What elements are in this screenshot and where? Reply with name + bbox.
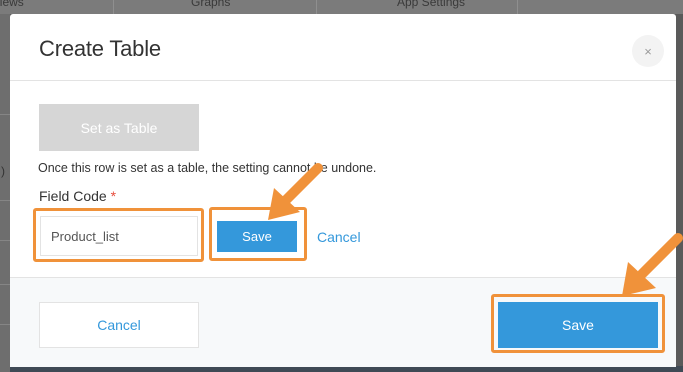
backdrop-row-line xyxy=(0,324,10,325)
cancel-button[interactable]: Cancel xyxy=(39,302,199,348)
backdrop-text-fragment: ) xyxy=(1,164,5,178)
dialog-header: Create Table × xyxy=(10,14,676,81)
required-marker: * xyxy=(110,188,117,204)
close-icon: × xyxy=(644,43,652,59)
dialog-title: Create Table xyxy=(39,36,161,61)
backdrop-tab-views: Views xyxy=(0,0,24,9)
tab-divider xyxy=(113,0,114,14)
close-button[interactable]: × xyxy=(632,35,664,67)
backdrop-row-line xyxy=(0,284,10,285)
set-as-table-button[interactable]: Set as Table xyxy=(39,104,199,151)
field-code-label-text: Field Code xyxy=(39,188,107,204)
backdrop-tab-bar: Views Graphs App Settings xyxy=(0,0,683,14)
backdrop-left-strip: ) xyxy=(0,14,10,372)
backdrop-row-line xyxy=(0,240,10,241)
tab-divider xyxy=(316,0,317,14)
tab-divider xyxy=(517,0,518,14)
field-code-cancel-link[interactable]: Cancel xyxy=(317,229,361,245)
backdrop-row-line xyxy=(0,200,10,201)
annotation-arrow-icon xyxy=(268,163,323,220)
highlight-field-input xyxy=(33,208,204,262)
annotation-arrow-icon xyxy=(622,233,683,296)
backdrop-tab-app-settings: App Settings xyxy=(397,0,466,9)
backdrop-row-line xyxy=(0,114,10,115)
field-code-label: Field Code * xyxy=(39,188,116,204)
backdrop-tab-graphs: Graphs xyxy=(191,0,231,9)
